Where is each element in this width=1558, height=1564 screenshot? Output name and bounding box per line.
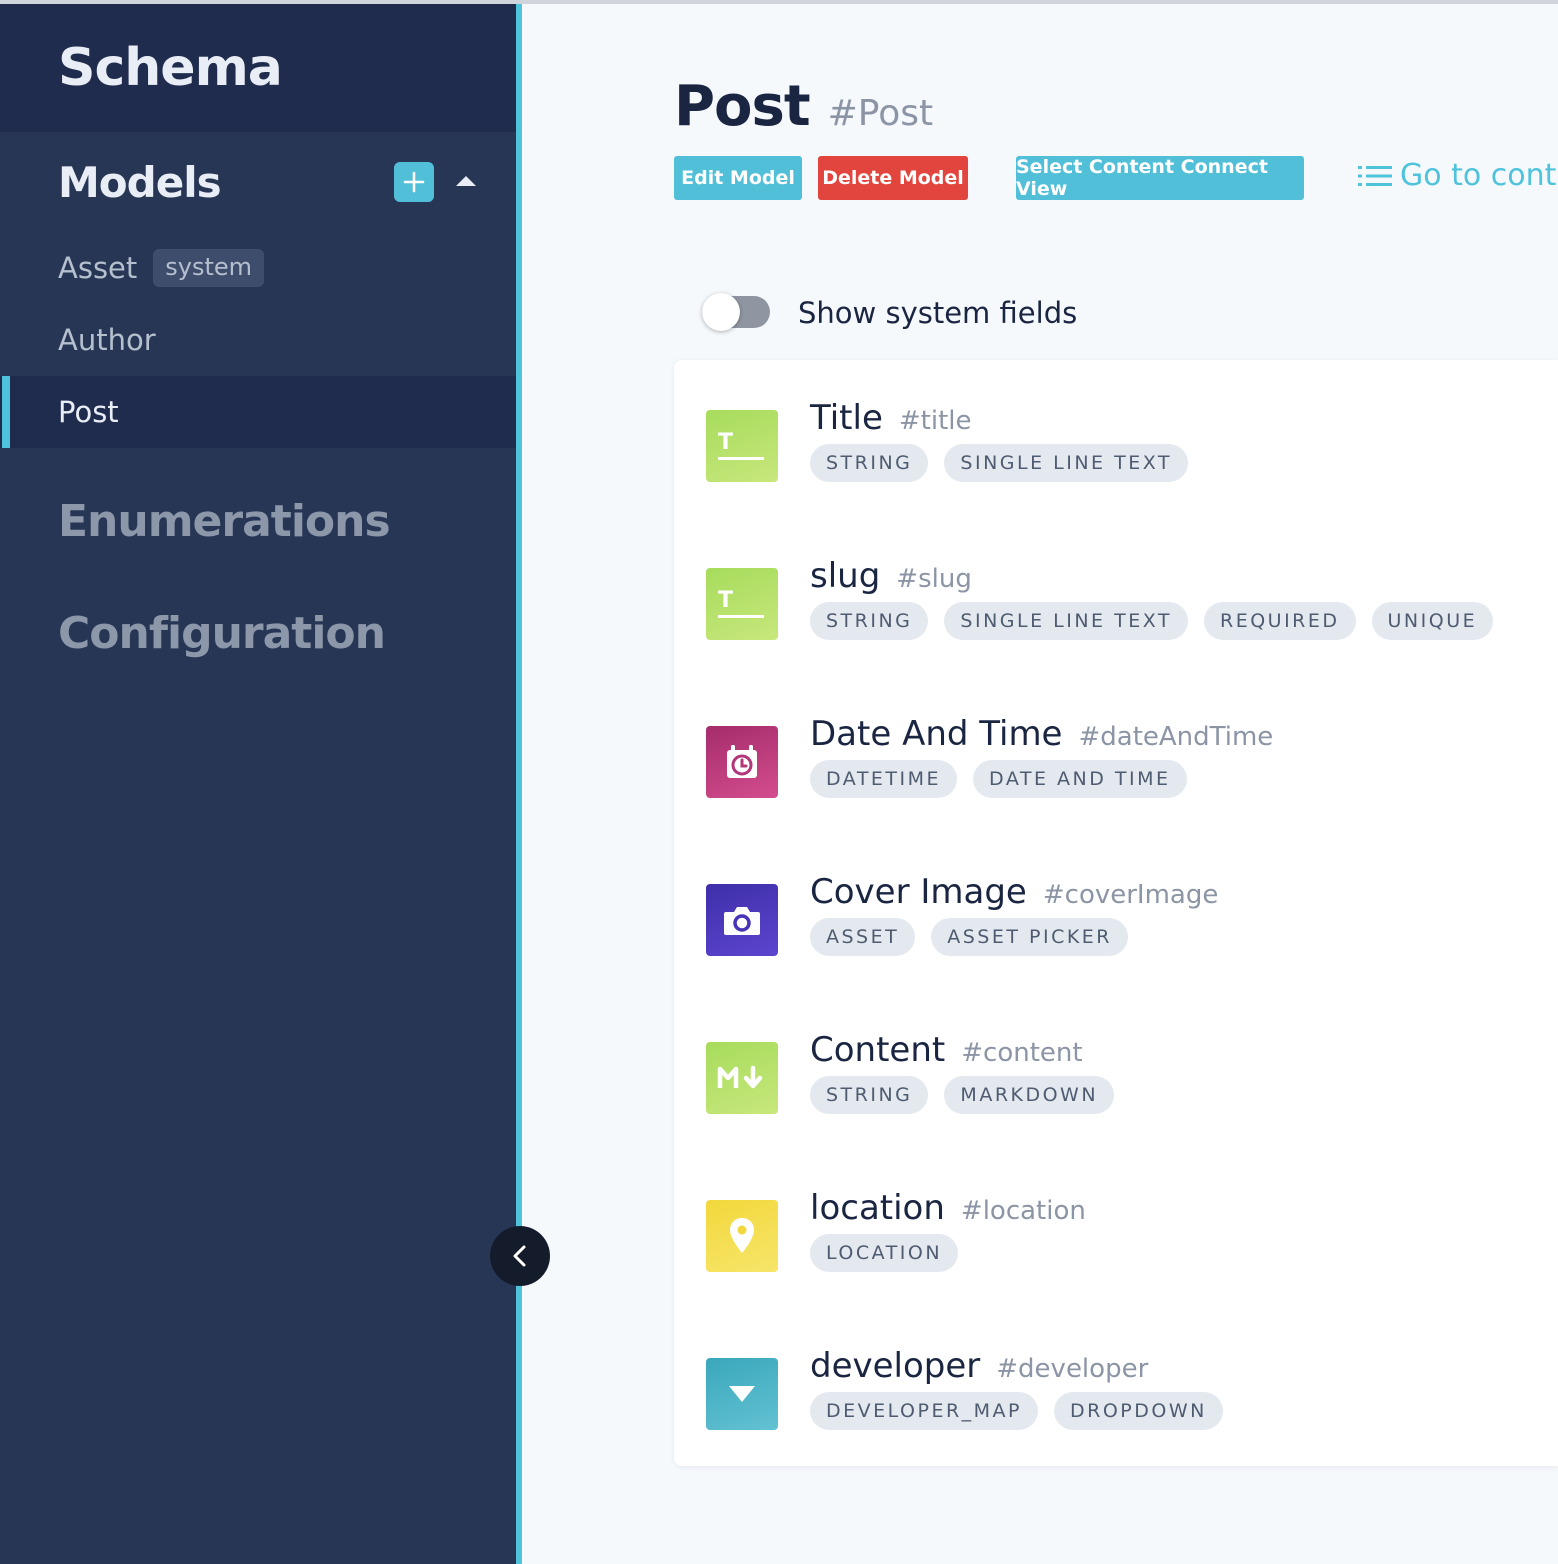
- unique-tag: UNIQUE: [1371, 602, 1494, 640]
- sidebar-item-label: Asset: [58, 251, 138, 285]
- sidebar-resize-handle[interactable]: [516, 4, 522, 1564]
- type-tag: ASSET: [810, 918, 916, 956]
- field-row-title[interactable]: T Title #title STRING SINGLE LINE TEXT: [706, 398, 1558, 498]
- camera-icon: [706, 884, 778, 956]
- select-content-view-button[interactable]: Select Content Connect View: [1016, 156, 1304, 200]
- system-fields-label: Show system fields: [798, 296, 1078, 330]
- system-badge: system: [153, 249, 265, 287]
- model-api-id: #Post: [827, 93, 934, 134]
- field-tags: DATETIME DATE AND TIME: [810, 760, 1187, 798]
- field-heading: developer #developer: [810, 1346, 1148, 1386]
- type-tag: SINGLE LINE TEXT: [944, 602, 1188, 640]
- field-heading: Cover Image #coverImage: [810, 872, 1218, 912]
- field-row-location[interactable]: location #location LOCATION: [706, 1188, 1558, 1288]
- field-name: Cover Image: [810, 872, 1027, 912]
- type-tag: DEVELOPER_MAP: [810, 1392, 1039, 1430]
- go-to-content-link[interactable]: Go to conte: [1358, 158, 1558, 193]
- sidebar-item-label: Author: [58, 323, 156, 357]
- text-icon: T: [706, 410, 778, 482]
- toggle-knob: [702, 293, 740, 331]
- type-tag: DATETIME: [810, 760, 958, 798]
- field-name: Title: [810, 398, 883, 438]
- sidebar-title: Schema: [58, 38, 283, 98]
- models-heading: Models: [58, 157, 222, 207]
- chevron-left-icon: [513, 1245, 526, 1267]
- alarm-clock-icon: [706, 726, 778, 798]
- svg-text:T: T: [718, 430, 733, 455]
- svg-text:T: T: [718, 588, 733, 613]
- field-row-developer[interactable]: developer #developer DEVELOPER_MAP DROPD…: [706, 1346, 1558, 1446]
- field-name: location: [810, 1188, 945, 1228]
- fields-list: T Title #title STRING SINGLE LINE TEXT T…: [674, 360, 1558, 1466]
- sidebar-header: Schema: [0, 4, 516, 132]
- field-row-cover-image[interactable]: Cover Image #coverImage ASSET ASSET PICK…: [706, 872, 1558, 972]
- sidebar-item-asset[interactable]: Asset system: [0, 232, 516, 304]
- schema-sidebar: Schema Models Asset system Author Post E…: [0, 4, 516, 1564]
- sidebar-item-post[interactable]: Post: [0, 376, 516, 448]
- list-icon: [1358, 165, 1392, 186]
- field-heading: location #location: [810, 1188, 1086, 1228]
- dropdown-icon: [706, 1358, 778, 1430]
- field-tags: STRING MARKDOWN: [810, 1076, 1115, 1114]
- type-tag: LOCATION: [810, 1234, 959, 1272]
- type-tag: ASSET PICKER: [931, 918, 1128, 956]
- sidebar-section-enumerations[interactable]: Enumerations: [0, 496, 391, 547]
- delete-model-button[interactable]: Delete Model: [818, 156, 968, 200]
- field-row-content[interactable]: Content #content STRING MARKDOWN: [706, 1030, 1558, 1130]
- models-header[interactable]: Models: [0, 132, 516, 232]
- type-tag: STRING: [810, 602, 929, 640]
- field-tags: ASSET ASSET PICKER: [810, 918, 1128, 956]
- page-title: Post #Post: [674, 74, 933, 139]
- field-tags: STRING SINGLE LINE TEXT: [810, 444, 1188, 482]
- edit-model-button[interactable]: Edit Model: [674, 156, 802, 200]
- type-tag: STRING: [810, 444, 929, 482]
- text-icon: T: [706, 568, 778, 640]
- field-name: developer: [810, 1346, 981, 1386]
- field-heading: Title #title: [810, 398, 972, 438]
- type-tag: MARKDOWN: [944, 1076, 1115, 1114]
- field-heading: Content #content: [810, 1030, 1083, 1070]
- field-api-id: #slug: [896, 564, 972, 594]
- field-name: Content: [810, 1030, 946, 1070]
- field-api-id: #dateAndTime: [1078, 722, 1274, 752]
- field-tags: LOCATION: [810, 1234, 959, 1272]
- model-name: Post: [674, 74, 811, 139]
- sidebar-item-author[interactable]: Author: [0, 304, 516, 376]
- field-tags: DEVELOPER_MAP DROPDOWN: [810, 1392, 1223, 1430]
- go-to-content-label: Go to conte: [1400, 158, 1558, 193]
- field-api-id: #developer: [996, 1354, 1149, 1384]
- type-tag: DROPDOWN: [1054, 1392, 1223, 1430]
- add-model-button[interactable]: [394, 162, 434, 202]
- field-api-id: #title: [898, 406, 972, 436]
- field-row-date-and-time[interactable]: Date And Time #dateAndTime DATETIME DATE…: [706, 714, 1558, 814]
- field-api-id: #content: [961, 1038, 1083, 1068]
- field-tags: STRING SINGLE LINE TEXT REQUIRED UNIQUE: [810, 602, 1494, 640]
- type-tag: STRING: [810, 1076, 929, 1114]
- markdown-icon: [706, 1042, 778, 1114]
- collapse-sidebar-button[interactable]: [490, 1226, 550, 1286]
- field-api-id: #location: [960, 1196, 1086, 1226]
- sidebar-section-configuration[interactable]: Configuration: [0, 608, 386, 659]
- plus-icon: [403, 171, 425, 193]
- field-heading: Date And Time #dateAndTime: [810, 714, 1273, 754]
- field-row-slug[interactable]: T slug #slug STRING SINGLE LINE TEXT REQ…: [706, 556, 1558, 656]
- map-pin-icon: [706, 1200, 778, 1272]
- field-name: slug: [810, 556, 881, 596]
- field-name: Date And Time: [810, 714, 1063, 754]
- field-api-id: #coverImage: [1042, 880, 1219, 910]
- system-fields-toggle[interactable]: [702, 293, 770, 331]
- type-tag: SINGLE LINE TEXT: [944, 444, 1188, 482]
- field-heading: slug #slug: [810, 556, 972, 596]
- caret-up-icon[interactable]: [456, 176, 476, 186]
- type-tag: DATE AND TIME: [973, 760, 1187, 798]
- required-tag: REQUIRED: [1204, 602, 1356, 640]
- sidebar-item-label: Post: [58, 395, 119, 429]
